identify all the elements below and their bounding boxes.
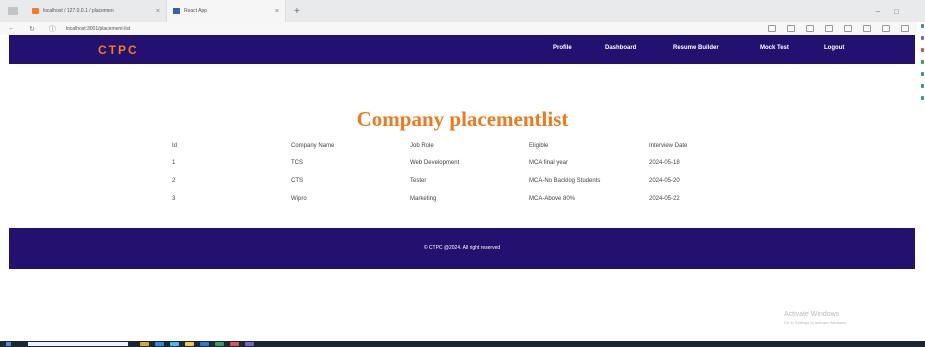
column-header-id: Id [172, 143, 178, 149]
browser-sidebar [917, 22, 925, 342]
address-bar: ← ↻ ⓘ localhost:3001/placement-list [0, 22, 925, 35]
collections-icon[interactable] [863, 25, 871, 32]
browser-tab-bar: localhost / 127.0.0.1 / placemen × React… [0, 0, 925, 23]
taskbar-app-icon[interactable] [245, 342, 254, 346]
cell-id: 1 [172, 160, 176, 166]
taskbar-app-icon[interactable] [230, 342, 239, 346]
page-footer: © CTPC @2024. All right reserved [9, 228, 915, 269]
cell-eligible: MCA final year [529, 160, 569, 166]
taskbar-app-icon[interactable] [140, 342, 149, 346]
start-button-icon[interactable] [6, 342, 11, 346]
sidebar-copilot-icon[interactable] [921, 36, 924, 40]
react-app-favicon-icon [173, 8, 180, 14]
cell-interview-date: 2024-05-22 [649, 196, 680, 202]
browser-toolbar-icons [768, 25, 909, 32]
back-arrow-icon[interactable]: ← [8, 25, 15, 32]
info-icon[interactable]: ⓘ [49, 24, 56, 34]
taskbar-app-icon[interactable] [215, 342, 224, 346]
footer-copyright: © CTPC @2024. All right reserved [423, 245, 501, 251]
extensions-icon[interactable] [882, 25, 890, 32]
cell-eligible: MCA-Above 80% [529, 196, 576, 202]
read-aloud-icon[interactable] [768, 25, 776, 32]
favorites-icon[interactable] [844, 25, 852, 32]
window-menu-icon[interactable] [8, 7, 18, 15]
cell-id: 2 [172, 178, 176, 184]
nav-link-logout[interactable]: Logout [824, 45, 844, 51]
new-tab-icon[interactable]: + [294, 6, 300, 17]
sidebar-office-icon[interactable] [921, 72, 924, 76]
nav-link-resume-builder[interactable]: Resume Builder [673, 45, 719, 51]
window-controls[interactable]: –□ [876, 7, 913, 16]
windows-taskbar [0, 341, 925, 347]
nav-link-mock-test[interactable]: Mock Test [760, 45, 789, 51]
taskbar-app-icon[interactable] [170, 342, 179, 346]
close-tab-icon[interactable]: × [275, 8, 279, 15]
taskbar-app-icon[interactable] [185, 342, 194, 346]
cell-job-role: Marketing [410, 196, 437, 202]
cell-company-name: CTS [291, 178, 303, 184]
app-navbar: CTPC Profile Dashboard Resume Builder Mo… [9, 35, 915, 64]
browser-tab-react-app[interactable]: React App × [166, 0, 286, 22]
tab-label: localhost / 127.0.0.1 / placemen [43, 8, 114, 14]
column-header-company-name: Company Name [291, 143, 335, 149]
sidebar-search-icon[interactable] [921, 24, 924, 28]
cell-id: 3 [172, 196, 176, 202]
refresh-icon[interactable]: ↻ [29, 25, 35, 33]
sidebar-tools-icon[interactable] [921, 48, 924, 52]
nav-link-dashboard[interactable]: Dashboard [605, 45, 636, 51]
cell-company-name: Wipro [291, 196, 307, 202]
cell-job-role: Tester [410, 178, 427, 184]
favorite-star-icon[interactable] [806, 25, 814, 32]
url-field[interactable]: localhost:3001/placement-list [66, 26, 130, 32]
cell-job-role: Web Development [410, 160, 460, 166]
more-menu-icon[interactable] [901, 25, 909, 32]
watermark-title: Activate Windows [784, 311, 840, 318]
sidebar-games-icon[interactable] [921, 60, 924, 64]
column-header-interview-date: Interview Date [649, 143, 688, 149]
taskbar-app-icons [140, 342, 254, 346]
phpmyadmin-favicon-icon [32, 8, 39, 14]
close-tab-icon[interactable]: × [156, 8, 160, 15]
column-header-job-role: Job Role [410, 143, 434, 149]
cell-company-name: TCS [291, 160, 303, 166]
zoom-icon[interactable] [787, 25, 795, 32]
activate-windows-watermark: Activate Windows Go to Settings to activ… [784, 311, 847, 325]
nav-link-profile[interactable]: Profile [553, 45, 572, 51]
watermark-subtitle: Go to Settings to activate Windows. [784, 320, 848, 325]
cell-interview-date: 2024-05-18 [649, 160, 680, 166]
cell-interview-date: 2024-05-20 [649, 178, 680, 184]
browser-tab-phpmyadmin[interactable]: localhost / 127.0.0.1 / placemen × [26, 0, 166, 22]
sidebar-outlook-icon[interactable] [921, 84, 924, 88]
page-title: Company placementlist [356, 107, 569, 131]
cell-eligible: MCA-No Backlog Students [529, 178, 601, 184]
tab-label: React App [184, 8, 208, 14]
column-header-eligible: Eligible [529, 143, 549, 149]
taskbar-app-icon[interactable] [200, 342, 209, 346]
sidebar-add-icon[interactable] [921, 96, 924, 100]
taskbar-app-icon[interactable] [155, 342, 164, 346]
split-screen-icon[interactable] [825, 25, 833, 32]
taskbar-search-box[interactable] [28, 342, 128, 346]
nav-links: Profile Dashboard Resume Builder Mock Te… [9, 35, 915, 64]
